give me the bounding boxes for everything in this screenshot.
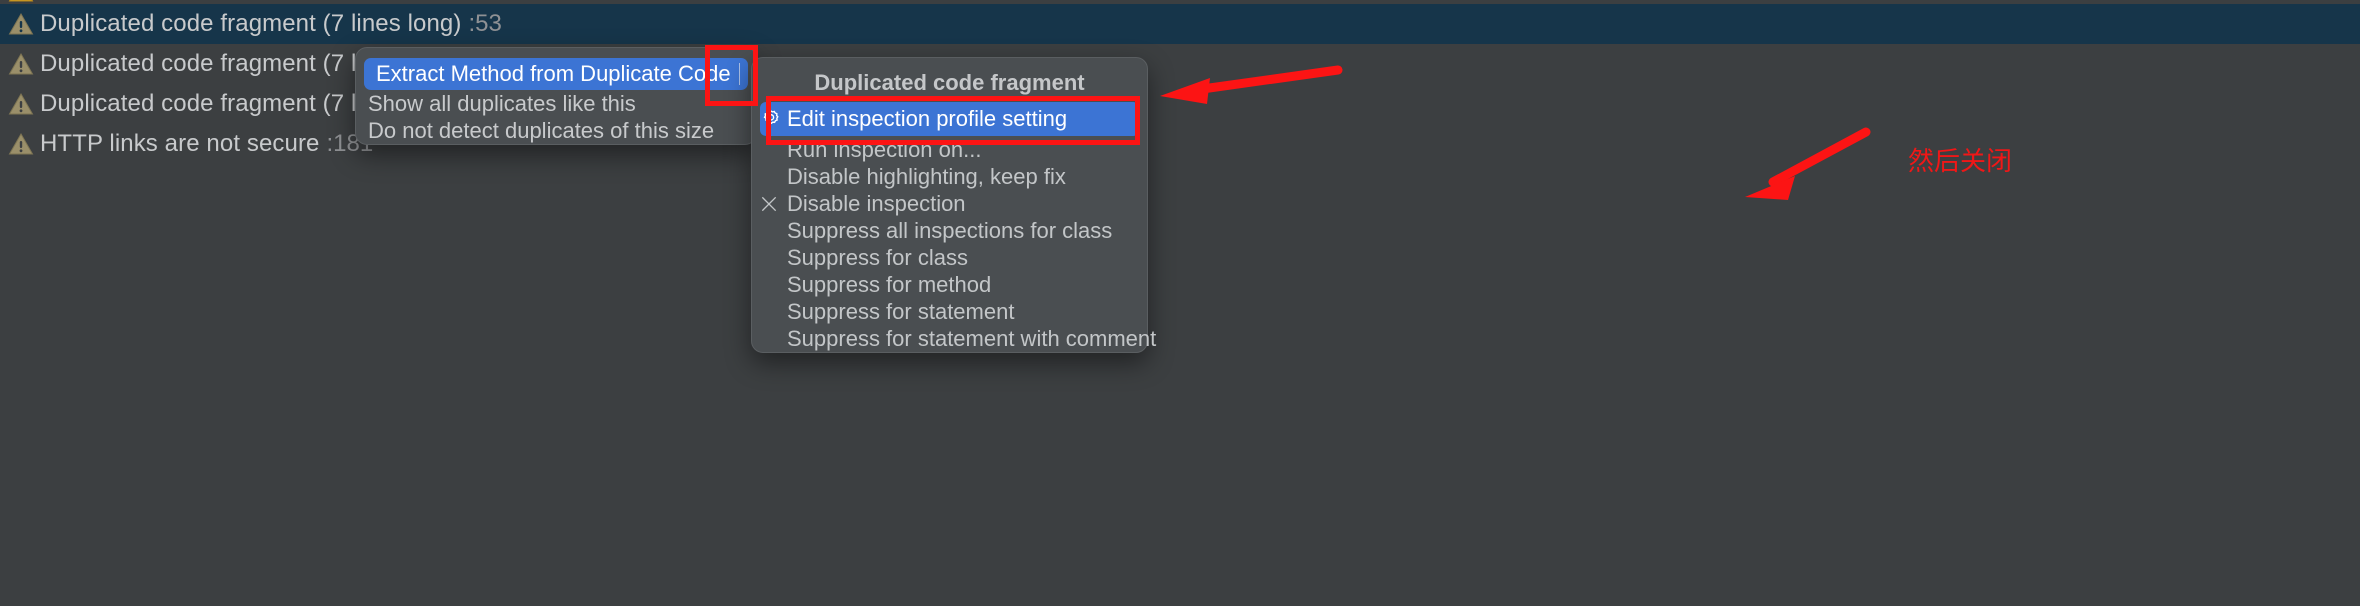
gear-icon <box>760 108 782 130</box>
list-item[interactable]: HTTP links are not secure :181 <box>0 124 2360 164</box>
list-item-label: Duplicated code fragment (7 lines long) <box>40 10 462 37</box>
menu-item-label: Suppress for method <box>787 271 992 297</box>
menu-item-do-not-detect-duplicates[interactable]: Do not detect duplicates of this size <box>356 117 756 144</box>
list-item-label: HTTP links are not secure <box>40 130 320 157</box>
list-item[interactable]: Duplicated code fragment (7 lines long) … <box>0 44 2360 84</box>
menu-item-label: Extract Method from Duplicate Code <box>376 61 731 86</box>
screenshot-root: Local variable 'result' is redundant :18… <box>0 0 2360 606</box>
menu-item-label: Show all duplicates like this <box>368 90 636 116</box>
inspection-results-list[interactable]: Local variable 'result' is redundant :18… <box>0 0 2360 190</box>
menu-item-label: Do not detect duplicates of this size <box>368 117 715 143</box>
menu-item-label: Suppress for statement with comment <box>787 325 1157 351</box>
menu-item-suppress-for-class[interactable]: Suppress for class <box>752 244 1147 271</box>
list-item[interactable]: Duplicated code fragment (7 lines long) … <box>0 4 2360 44</box>
menu-item-label: Disable highlighting, keep fix <box>787 163 1066 189</box>
menu-item-run-inspection-on[interactable]: Run inspection on... <box>752 136 1147 163</box>
menu-item-suppress-for-statement[interactable]: Suppress for statement <box>752 298 1147 325</box>
menu-item-disable-highlighting-keep-fix[interactable]: Disable highlighting, keep fix <box>752 163 1147 190</box>
quick-fix-popup-menu[interactable]: Extract Method from Duplicate Code Show … <box>355 47 764 145</box>
menu-item-label: Suppress all inspections for class <box>787 217 1113 243</box>
popup-title: Duplicated code fragment <box>814 70 1085 95</box>
menu-item-label: Disable inspection <box>787 190 966 216</box>
menu-item-label: Edit inspection profile setting <box>787 106 1068 131</box>
menu-item-show-all-duplicates[interactable]: Show all duplicates like this <box>356 90 756 117</box>
menu-item-disable-inspection[interactable]: Disable inspection <box>752 190 1147 217</box>
list-item[interactable]: Duplicated code fragment (7 lines long) … <box>0 84 2360 124</box>
menu-item-edit-inspection-profile-setting[interactable]: Edit inspection profile setting <box>760 102 1139 136</box>
menu-item-suppress-all-inspections-for-class[interactable]: Suppress all inspections for class <box>752 217 1147 244</box>
inspection-options-popup-menu[interactable]: Duplicated code fragment Edit inspection… <box>751 57 1156 353</box>
vertical-divider <box>738 63 740 85</box>
warning-triangle-icon <box>8 132 34 155</box>
warning-triangle-icon <box>8 52 34 75</box>
menu-item-label: Suppress for class <box>787 244 968 270</box>
menu-item-suppress-for-statement-with-comment[interactable]: Suppress for statement with comment <box>752 325 1156 352</box>
menu-item-label: Suppress for statement <box>787 298 1015 324</box>
warning-triangle-icon <box>8 12 34 35</box>
menu-item-suppress-for-method[interactable]: Suppress for method <box>752 271 1147 298</box>
menu-item-label: Run inspection on... <box>787 136 982 162</box>
warning-triangle-icon <box>8 92 34 115</box>
menu-item-extract-method[interactable]: Extract Method from Duplicate Code <box>364 58 764 90</box>
list-item-line: :53 <box>468 10 502 37</box>
close-x-icon <box>758 193 780 215</box>
